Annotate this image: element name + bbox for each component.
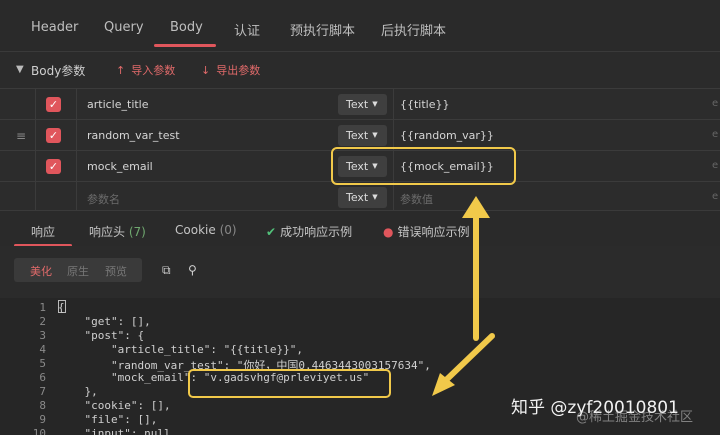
table-row: ≡ ✓ random_var_test Text ▼ {{random_var}}… — [0, 119, 720, 151]
mode-raw[interactable]: 原生 — [67, 263, 89, 279]
request-tab-bar: Header Query Body 认证 预执行脚本 后执行脚本 — [0, 0, 720, 52]
copy-icon[interactable]: ⧉ — [162, 263, 171, 278]
param-value[interactable]: {{title}} — [400, 98, 450, 111]
type-select[interactable]: Text ▼ — [338, 125, 387, 146]
row-edge-mark: e — [712, 191, 719, 202]
row-checkbox[interactable]: ✓ — [46, 159, 61, 174]
param-key[interactable]: mock_email — [87, 160, 153, 173]
dropdown-caret-icon: ▼ — [372, 193, 378, 201]
body-params-title: Body参数 — [31, 64, 86, 78]
body-params-header: ▼ Body参数 ↑ 导入参数 ↓ 导出参数 — [0, 52, 720, 88]
watermark-juejin: @稀土掘金技术社区 — [576, 410, 694, 425]
dropdown-caret-icon: ▼ — [372, 100, 378, 108]
tab-query[interactable]: Query — [104, 20, 144, 35]
row-edge-mark: e — [712, 98, 719, 109]
code-line: "file": [], — [58, 413, 158, 426]
dropdown-caret-icon: ▼ — [372, 131, 378, 139]
param-key[interactable]: random_var_test — [87, 129, 180, 142]
highlight-annotation-response — [188, 369, 391, 398]
tab-response-headers[interactable]: 响应头 (7) — [89, 223, 146, 240]
tab-success-example[interactable]: ✔ 成功响应示例 — [266, 223, 352, 240]
code-line: }, — [58, 385, 98, 398]
code-line: "input": null — [58, 427, 171, 435]
highlight-annotation-params — [331, 147, 516, 185]
tab-auth[interactable]: 认证 — [234, 20, 260, 39]
row-edge-mark: e — [712, 129, 719, 140]
row-checkbox[interactable]: ✓ — [46, 128, 61, 143]
mode-preview[interactable]: 预览 — [105, 263, 127, 279]
code-line: "cookie": [], — [58, 399, 171, 412]
response-toolbar: 美化 原生 预览 ⧉ ⚲ — [0, 246, 720, 298]
param-key[interactable]: article_title — [87, 98, 149, 111]
line-number: 8 — [39, 399, 46, 412]
arrow-up-icon: ↑ — [116, 64, 126, 77]
line-number: 5 — [39, 357, 46, 370]
tab-body[interactable]: Body — [170, 20, 203, 35]
tab-error-example[interactable]: ● 错误响应示例 — [383, 223, 470, 240]
line-number: 2 — [39, 315, 46, 328]
search-icon[interactable]: ⚲ — [188, 263, 197, 277]
line-gutter: 1 2 3 4 5 6 7 8 9 10 — [0, 298, 52, 435]
code-line: "post": { — [58, 329, 145, 342]
drag-handle-icon[interactable]: ≡ — [16, 129, 26, 143]
response-tab-bar: 响应 响应头 (7) Cookie (0) ✔ 成功响应示例 ● 错误响应示例 — [0, 210, 720, 247]
check-circle-icon: ✔ — [266, 225, 277, 239]
table-row-new: 参数名 Text ▼ 参数值 e — [0, 181, 720, 213]
import-params-button[interactable]: ↑ 导入参数 — [116, 62, 175, 78]
type-select[interactable]: Text ▼ — [338, 187, 387, 208]
tab-response[interactable]: 响应 — [31, 223, 55, 240]
row-edge-mark: e — [712, 160, 719, 171]
new-param-value-input[interactable]: 参数值 — [400, 191, 433, 207]
param-value[interactable]: {{random_var}} — [400, 129, 494, 142]
line-number: 3 — [39, 329, 46, 342]
arrow-down-icon: ↓ — [201, 64, 211, 77]
line-number: 7 — [39, 385, 46, 398]
tab-cookie[interactable]: Cookie (0) — [175, 223, 237, 237]
type-select[interactable]: Text ▼ — [338, 94, 387, 115]
mode-pretty[interactable]: 美化 — [30, 263, 52, 279]
tab-header[interactable]: Header — [31, 20, 78, 35]
code-line: "article_title": "{{title}}", — [58, 343, 304, 356]
line-number: 6 — [39, 371, 46, 384]
view-mode-segmented: 美化 原生 预览 — [14, 258, 142, 282]
line-number: 4 — [39, 343, 46, 356]
line-number: 1 — [39, 301, 46, 314]
collapse-caret-icon[interactable]: ▼ — [16, 64, 24, 75]
row-checkbox[interactable]: ✓ — [46, 97, 61, 112]
tab-post-script[interactable]: 后执行脚本 — [381, 20, 446, 39]
active-tab-indicator — [154, 44, 216, 47]
code-line: "get": [], — [58, 315, 151, 328]
code-line: { — [58, 301, 65, 314]
tab-pre-script[interactable]: 预执行脚本 — [290, 20, 355, 39]
new-param-key-input[interactable]: 参数名 — [87, 191, 120, 207]
line-number: 10 — [32, 427, 46, 435]
line-number: 9 — [39, 413, 46, 426]
alert-circle-icon: ● — [383, 225, 394, 239]
table-row: ✓ article_title Text ▼ {{title}} e — [0, 88, 720, 120]
export-params-button[interactable]: ↓ 导出参数 — [201, 62, 260, 78]
